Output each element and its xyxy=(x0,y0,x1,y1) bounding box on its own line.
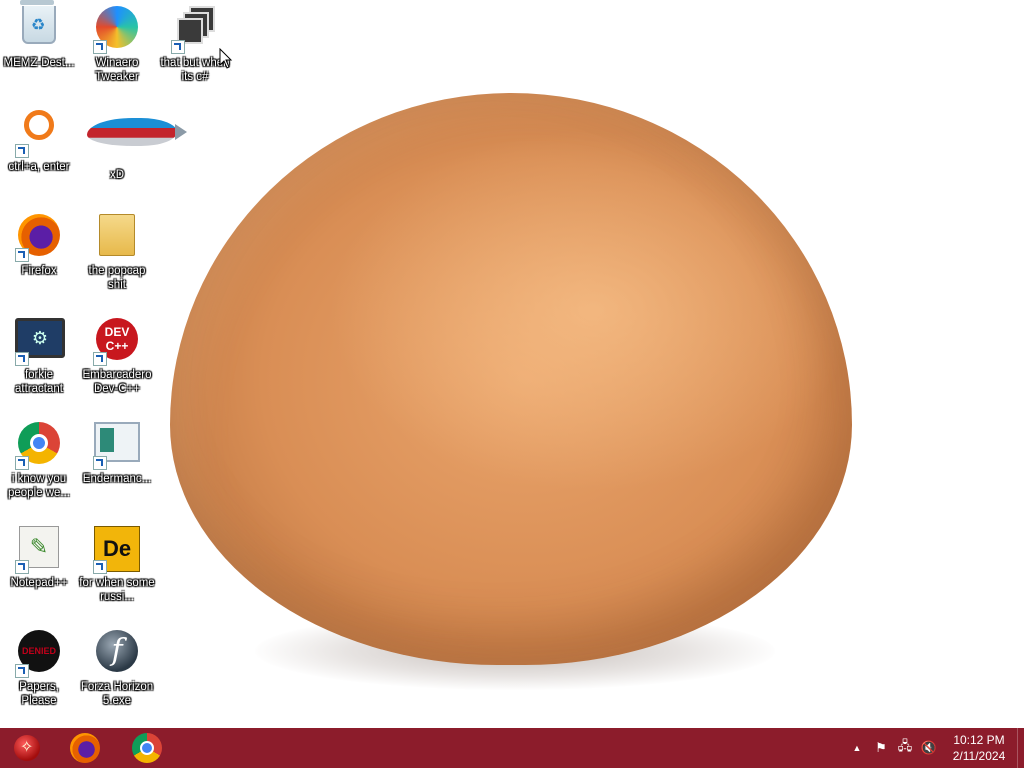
desktop-icon-label: Endermanc... xyxy=(82,473,152,485)
papers-please-icon: DENIED xyxy=(15,630,63,678)
clock-time: 10:12 PM xyxy=(953,733,1005,747)
shortcut-arrow-icon xyxy=(93,560,107,574)
desktop-icon-popcap[interactable]: the popcap shit xyxy=(78,208,156,308)
desktop-icon-label: the popcap shit xyxy=(88,265,146,291)
gear-monitor-icon: ⚙ xyxy=(15,318,65,366)
firefox-icon xyxy=(70,733,100,763)
desktop-icon-label: i know you people we... xyxy=(7,473,70,499)
shortcut-arrow-icon xyxy=(93,456,107,470)
show-hidden-icons-icon[interactable]: ▲ xyxy=(846,737,868,759)
desktop-icon-russian[interactable]: De for when some russi... xyxy=(78,520,156,620)
shortcut-arrow-icon xyxy=(171,40,185,54)
document-icon xyxy=(93,422,141,470)
notepadpp-icon: ✎ xyxy=(15,526,63,574)
network-icon[interactable]: 🖧 xyxy=(894,737,916,759)
egg-wallpaper-image xyxy=(170,93,852,665)
winaero-icon xyxy=(93,6,141,54)
desktop-icon-winaero[interactable]: Winaero Tweaker xyxy=(78,0,156,100)
desktop-icon-forkie[interactable]: ⚙ forkie attractant xyxy=(0,312,78,412)
taskbar: ▲ ⚑ 🖧 🔇 10:12 PM 2/11/2024 xyxy=(0,728,1024,768)
devcpp-icon: DEV C++ xyxy=(93,318,141,366)
system-tray: ▲ ⚑ 🖧 🔇 10:12 PM 2/11/2024 xyxy=(845,728,1024,768)
shortcut-arrow-icon xyxy=(15,560,29,574)
start-button[interactable] xyxy=(0,728,54,768)
desktop-icon-papers-please[interactable]: DENIED Papers, Please xyxy=(0,624,78,724)
show-desktop-button[interactable] xyxy=(1017,728,1024,768)
de-icon: De xyxy=(93,526,141,574)
volume-muted-icon[interactable]: 🔇 xyxy=(918,737,940,759)
desktop-icon-label: Forza Horizon 5.exe xyxy=(80,681,154,707)
recycle-bin-icon xyxy=(15,0,63,54)
desktop-icon-label: Notepad++ xyxy=(10,577,68,589)
stacked-windows-icon xyxy=(171,6,219,54)
taskbar-firefox-button[interactable] xyxy=(58,728,112,768)
desktop-icon-firefox[interactable]: Firefox xyxy=(0,208,78,308)
desktop-icon-label: Embarcadero Dev-C++ xyxy=(82,369,152,395)
magnifier-icon xyxy=(15,110,63,158)
clock-date: 2/11/2024 xyxy=(952,749,1006,763)
desktop-icon-xd[interactable]: xD xyxy=(78,104,187,204)
desktop-icon-ctrl-a-enter[interactable]: ctrl+a, enter xyxy=(0,104,78,204)
taskbar-clock[interactable]: 10:12 PM 2/11/2024 xyxy=(941,728,1017,768)
desktop-icon-label: Winaero Tweaker xyxy=(95,57,139,83)
chrome-icon xyxy=(15,422,63,470)
firefox-icon xyxy=(15,214,63,262)
shortcut-arrow-icon xyxy=(15,352,29,366)
desktop-icon-memz[interactable]: MEMZ-Dest... xyxy=(0,0,78,100)
shortcut-arrow-icon xyxy=(15,456,29,470)
desktop-icon-label: for when some russi... xyxy=(79,577,155,603)
shortcut-arrow-icon xyxy=(15,664,29,678)
flash-icon: f xyxy=(93,630,141,678)
desktop-icon-label: ctrl+a, enter xyxy=(8,161,70,173)
desktop-icon-devcpp[interactable]: DEV C++ Embarcadero Dev-C++ xyxy=(78,312,156,412)
fish-icon xyxy=(87,118,187,166)
shortcut-arrow-icon xyxy=(15,144,29,158)
desktop-icon-forza[interactable]: f Forza Horizon 5.exe xyxy=(78,624,156,724)
desktop-icon-label: forkie attractant xyxy=(15,369,63,395)
desktop-icon-endermanch[interactable]: Endermanc... xyxy=(78,416,156,516)
folder-icon xyxy=(93,214,141,262)
desktop-icon-notepadpp[interactable]: ✎ Notepad++ xyxy=(0,520,78,620)
desktop-icon-chrome[interactable]: i know you people we... xyxy=(0,416,78,516)
taskbar-chrome-button[interactable] xyxy=(120,728,174,768)
chrome-icon xyxy=(132,733,162,763)
desktop-icon-label: MEMZ-Dest... xyxy=(3,57,75,69)
shortcut-arrow-icon xyxy=(15,248,29,262)
desktop-icon-label: xD xyxy=(109,169,125,181)
desktop-icon-label: Firefox xyxy=(21,265,57,277)
shortcut-arrow-icon xyxy=(93,352,107,366)
shortcut-arrow-icon xyxy=(93,40,107,54)
action-center-flag-icon[interactable]: ⚑ xyxy=(870,737,892,759)
desktop-icon-label: Papers, Please xyxy=(19,681,59,707)
start-orb-icon xyxy=(14,735,40,761)
